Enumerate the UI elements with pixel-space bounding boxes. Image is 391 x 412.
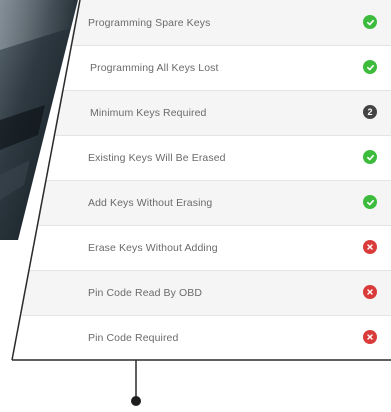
row-divider bbox=[25, 225, 391, 226]
row-divider bbox=[50, 90, 391, 91]
x-circle-icon bbox=[363, 240, 377, 254]
feature-label: Programming All Keys Lost bbox=[90, 61, 219, 74]
row-divider bbox=[60, 45, 391, 46]
feature-label: Programming Spare Keys bbox=[88, 16, 211, 29]
check-circle-icon bbox=[363, 60, 377, 74]
row-divider bbox=[20, 270, 391, 271]
x-circle-icon bbox=[363, 330, 377, 344]
feature-label: Pin Code Read By OBD bbox=[88, 286, 203, 299]
x-circle-icon bbox=[363, 285, 377, 299]
table-row: Pin Code Required bbox=[12, 315, 391, 360]
feature-label: Erase Keys Without Adding bbox=[88, 241, 218, 254]
table-row: Existing Keys Will Be Erased bbox=[12, 135, 391, 180]
check-circle-icon bbox=[363, 15, 377, 29]
feature-label: Minimum Keys Required bbox=[90, 106, 207, 119]
feature-table-card: Programming Spare Keys Programming All K… bbox=[0, 0, 391, 412]
check-circle-icon bbox=[363, 195, 377, 209]
row-divider bbox=[15, 315, 391, 316]
feature-label: Add Keys Without Erasing bbox=[88, 196, 213, 209]
row-divider bbox=[35, 180, 391, 181]
row-divider bbox=[40, 135, 391, 136]
feature-label: Pin Code Required bbox=[88, 331, 179, 344]
table-row: Erase Keys Without Adding bbox=[12, 225, 391, 270]
number-badge-icon: 2 bbox=[363, 105, 377, 119]
table-row: Add Keys Without Erasing bbox=[12, 180, 391, 225]
table-row: Pin Code Read By OBD bbox=[12, 270, 391, 315]
check-circle-icon bbox=[363, 150, 377, 164]
feature-label: Existing Keys Will Be Erased bbox=[88, 151, 226, 164]
